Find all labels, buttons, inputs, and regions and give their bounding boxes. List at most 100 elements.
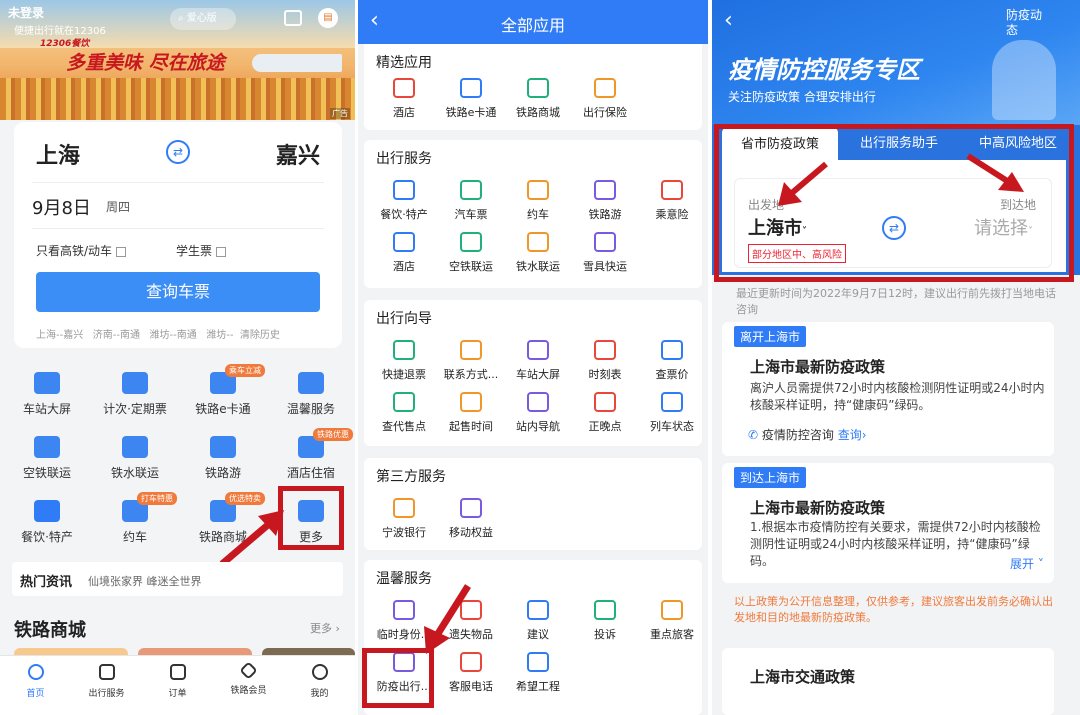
app-item[interactable]: 车站大屏 (503, 340, 573, 382)
app-item[interactable]: 希望工程 (503, 652, 573, 694)
app-item[interactable]: 约车 (503, 180, 573, 222)
app-item[interactable]: 时刻表 (570, 340, 640, 382)
scan-icon[interactable] (284, 10, 302, 26)
app-item[interactable]: 重点旅客 (637, 600, 707, 642)
ship-rail-icon (122, 436, 148, 458)
tab-membership[interactable]: 铁路会员 (213, 661, 284, 696)
expand-link[interactable]: 展开 ˅ (1010, 555, 1044, 572)
history-item[interactable]: 济南--南通 (93, 330, 140, 341)
app-label: 乘意险 (655, 208, 689, 221)
student-checkbox[interactable] (215, 246, 226, 257)
app-item[interactable]: 列车状态 (637, 392, 707, 434)
hot-news-bar[interactable]: 热门资讯 仙境张家界 峰迷全世界 (12, 562, 343, 596)
app-label: 列车状态 (650, 420, 694, 433)
heart-service-icon (298, 372, 324, 394)
app-icon (393, 600, 415, 620)
app-label: 站内导航 (516, 420, 560, 433)
swap-icon[interactable]: ⇄ (166, 140, 190, 164)
app-item[interactable]: 雪具快运 (570, 232, 640, 274)
section-title: 第三方服务 (376, 469, 446, 485)
date[interactable]: 9月8日 (32, 194, 91, 220)
tab-orders[interactable]: 订单 (142, 664, 213, 699)
consult-link[interactable]: 查询 (838, 428, 862, 442)
grid-item-label: 铁路游 (204, 466, 241, 480)
hot-news-text: 仙境张家界 峰迷全世界 (88, 575, 202, 588)
back-icon[interactable]: ‹ (724, 8, 733, 33)
app-label: 铁路商城 (516, 106, 560, 119)
history-item[interactable]: 潍坊-- (206, 330, 233, 341)
app-item[interactable]: 起售时间 (436, 392, 506, 434)
login-status[interactable]: 未登录 (8, 4, 44, 21)
app-item[interactable]: 餐饮·特产 (369, 180, 439, 222)
app-item[interactable]: 酒店 (369, 78, 439, 120)
app-item[interactable]: 投诉 (570, 600, 640, 642)
app-label: 时刻表 (588, 368, 622, 381)
app-label: 宁波银行 (382, 526, 426, 539)
app-item[interactable]: 空铁联运 (436, 232, 506, 274)
app-item[interactable]: 查代售点 (369, 392, 439, 434)
app-item[interactable]: 站内导航 (503, 392, 573, 434)
app-item[interactable]: 移动权益 (436, 498, 506, 540)
grid-item[interactable]: 车站大屏 (3, 366, 91, 426)
grid-item[interactable]: 约车 打车特惠 (91, 492, 179, 554)
app-icon (661, 392, 683, 412)
app-item[interactable]: 宁波银行 (369, 498, 439, 540)
app-item[interactable]: 酒店 (369, 232, 439, 274)
from-city[interactable]: 上海 (36, 138, 80, 170)
grid-item[interactable]: 铁路游 (179, 430, 267, 490)
grid-item[interactable]: 酒店住宿 铁路优惠 (267, 428, 355, 490)
search-bar[interactable]: ⌕ 爱心版 (170, 8, 236, 30)
app-item[interactable]: 正晚点 (570, 392, 640, 434)
grid-item[interactable]: 餐饮·特产 (3, 494, 91, 554)
app-item[interactable]: 建议 (503, 600, 573, 642)
to-city[interactable]: 嘉兴 (276, 138, 320, 170)
epidemic-zone-screen: ‹ 防疫动态 疫情防控服务专区 关注防疫政策 合理安排出行 省市防疫政策 出行服… (712, 0, 1080, 715)
app-item[interactable]: 联系方式... (436, 340, 506, 382)
student-option[interactable]: 学生票 (176, 242, 226, 259)
app-label: 查代售点 (382, 420, 426, 433)
grid-item[interactable]: 计次·定期票 (91, 366, 179, 426)
app-item[interactable]: 查票价 (637, 340, 707, 382)
epidemic-news-link[interactable]: 防疫动态 (1006, 8, 1046, 38)
grid-item[interactable]: 铁水联运 (91, 430, 179, 490)
history-item[interactable]: 上海--嘉兴 (36, 330, 83, 341)
app-item[interactable]: 铁路商城 (503, 78, 573, 120)
promo-banner[interactable]: 未登录 便捷出行就在12306 ⌕ 爱心版 ▤ 12306餐饮 多重美味 尽在旅… (0, 0, 355, 120)
tab-travel-services[interactable]: 出行服务 (71, 664, 142, 699)
consult-row[interactable]: ✆ 疫情防控咨询 查询› (748, 426, 867, 443)
app-item[interactable]: 出行保险 (570, 78, 640, 120)
search-label: 爱心版 (186, 13, 217, 24)
grid-item[interactable]: 空铁联运 (3, 430, 91, 490)
highspeed-checkbox[interactable] (115, 246, 126, 257)
app-label: 餐饮·特产 (380, 208, 428, 221)
grid-item[interactable]: 铁路e卡通 乘车立减 (179, 364, 267, 426)
tab-me[interactable]: 我的 (284, 664, 355, 699)
history-item[interactable]: 潍坊--南通 (150, 330, 197, 341)
tab-home[interactable]: 首页 (0, 664, 71, 699)
app-label: 移动权益 (449, 526, 493, 539)
traffic-policy-card[interactable]: 上海市交通政策 (722, 648, 1054, 715)
app-label: 起售时间 (449, 420, 493, 433)
highspeed-option[interactable]: 只看高铁/动车 (36, 242, 126, 259)
app-item[interactable]: 快捷退票 (369, 340, 439, 382)
app-item[interactable]: 汽车票 (436, 180, 506, 222)
app-item[interactable]: 铁路e卡通 (436, 78, 506, 120)
query-tickets-button[interactable]: 查询车票 (36, 272, 320, 312)
message-icon[interactable]: ▤ (318, 8, 338, 28)
app-item[interactable]: 铁路游 (570, 180, 640, 222)
app-label: 酒店 (393, 260, 415, 273)
promo-tag: 打车特惠 (137, 492, 177, 505)
app-icon (393, 340, 415, 360)
app-item[interactable]: 铁水联运 (503, 232, 573, 274)
phone-icon: ✆ (748, 428, 762, 442)
app-icon (527, 652, 549, 672)
app-item[interactable]: 乘意险 (637, 180, 707, 222)
mall-more-link[interactable]: 更多 › (310, 620, 340, 636)
app-label: 铁水联运 (516, 260, 560, 273)
login-hint: 便捷出行就在12306 (14, 26, 106, 37)
app-label: 酒店 (393, 106, 415, 119)
app-icon (527, 340, 549, 360)
leave-policy-card: 离开上海市 上海市最新防疫政策 离沪人员需提供72小时内核酸检测阴性证明或24小… (722, 322, 1054, 456)
clear-history-link[interactable]: 清除历史 (240, 330, 280, 341)
grid-item[interactable]: 温馨服务 (267, 366, 355, 426)
